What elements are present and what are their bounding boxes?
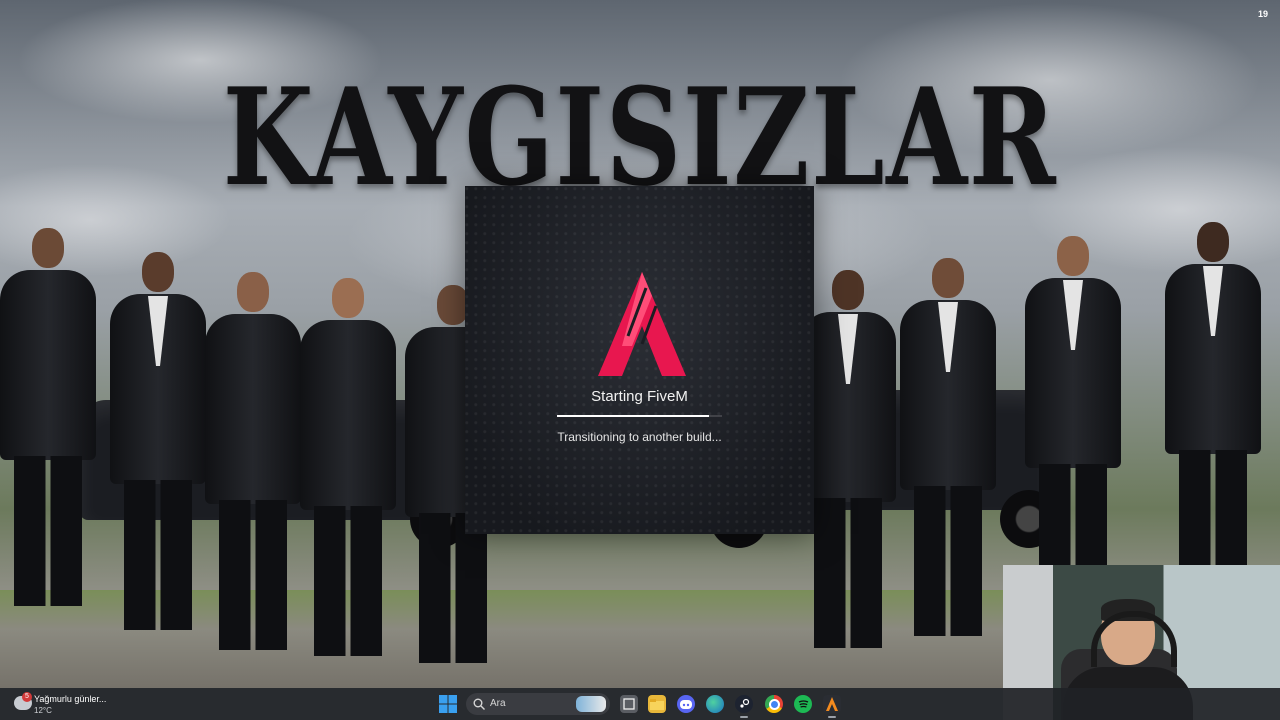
chrome-icon[interactable] [765, 695, 783, 713]
file-explorer-icon[interactable] [648, 695, 666, 713]
progress-bar-fill [557, 415, 709, 417]
fivem-logo-icon [598, 272, 686, 376]
crew-member [900, 258, 996, 678]
task-view-icon[interactable] [620, 695, 638, 713]
crew-member [110, 252, 206, 672]
crew-member [800, 270, 896, 670]
weather-alert-badge: 5 [22, 692, 32, 702]
weather-label: Yağmurlu günler... [34, 694, 107, 704]
fps-counter: 19 [1257, 9, 1268, 19]
weather-temperature: 12°C [34, 706, 52, 715]
search-icon [473, 698, 485, 710]
crew-member [0, 228, 96, 678]
crew-member [205, 272, 301, 672]
edge-icon[interactable] [706, 695, 724, 713]
discord-icon[interactable] [677, 695, 695, 713]
windows-taskbar: 5 Yağmurlu günler... 12°C Ara [0, 688, 1280, 720]
fivem-splash-window: Starting FiveM Transitioning to another … [465, 186, 814, 534]
spotify-icon[interactable] [794, 695, 812, 713]
steam-icon[interactable] [735, 695, 753, 718]
search-placeholder: Ara [490, 698, 506, 709]
crew-member [300, 278, 396, 658]
search-highlight-icon [576, 696, 606, 712]
start-icon[interactable] [439, 695, 457, 713]
splash-status: Transitioning to another build... [557, 430, 722, 444]
progress-bar [557, 415, 722, 417]
splash-title: Starting FiveM [591, 388, 688, 405]
fivem-icon[interactable] [823, 695, 841, 718]
taskbar-search[interactable]: Ara [466, 693, 610, 715]
